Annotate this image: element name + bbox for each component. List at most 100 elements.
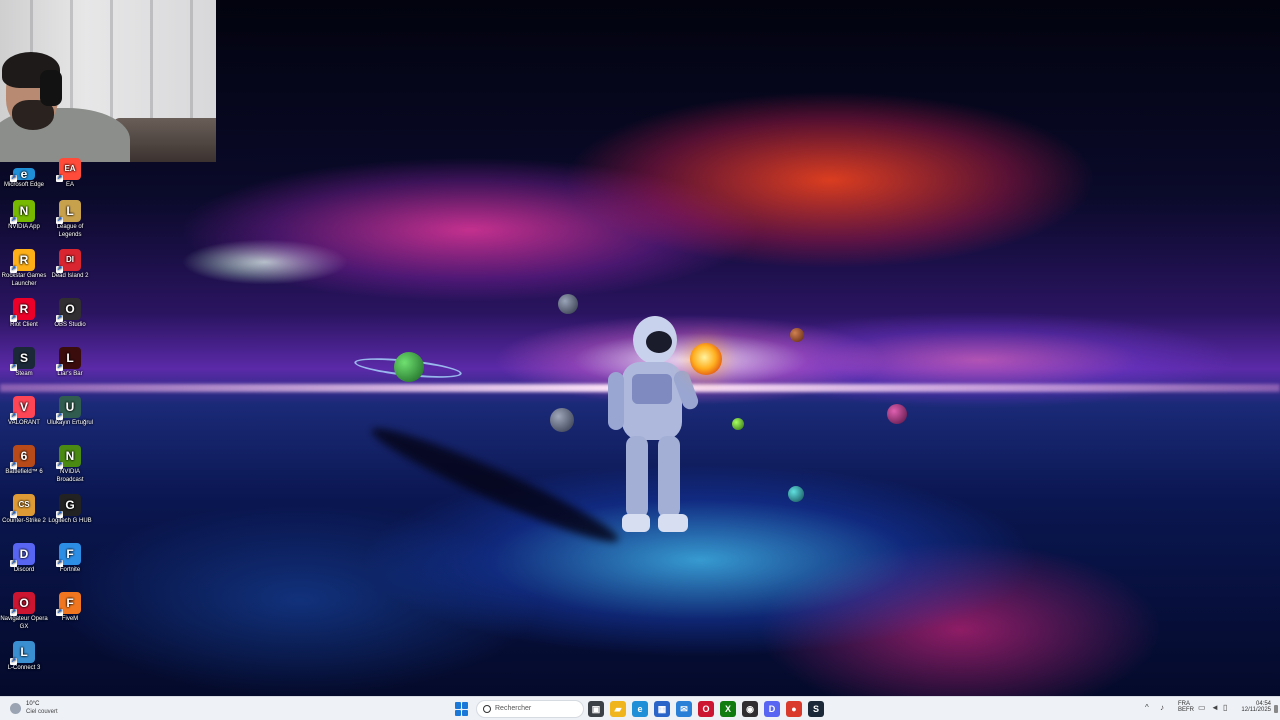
nvidia-broadcast-icon: N ↗ xyxy=(56,445,81,469)
shortcut-arrow-icon: ↗ xyxy=(10,266,17,273)
desktop-icon[interactable]: F ↗ FiveM xyxy=(46,592,94,624)
glowing-sun-orb xyxy=(690,343,722,375)
shortcut-arrow-icon: ↗ xyxy=(10,609,17,616)
desktop-icon-label: Rockstar Games Launcher xyxy=(1,273,47,287)
windows-logo-icon xyxy=(455,702,461,709)
desktop-icon[interactable]: EA ↗ EA xyxy=(46,158,94,190)
shortcut-arrow-icon: ↗ xyxy=(10,511,17,518)
shortcut-arrow-icon: ↗ xyxy=(56,217,63,224)
start-button[interactable] xyxy=(455,702,469,716)
search-placeholder: Rechercher xyxy=(495,705,532,712)
shortcut-arrow-icon: ↗ xyxy=(56,462,63,469)
planet xyxy=(558,294,578,314)
chrome-icon[interactable]: ● xyxy=(786,701,802,717)
shortcut-arrow-icon: ↗ xyxy=(56,315,63,322)
edge-icon[interactable]: e xyxy=(632,701,648,717)
desktop-icon-label: Battlefield™ 6 xyxy=(5,469,43,475)
desktop-icon[interactable]: V ↗ VALORANT xyxy=(0,396,48,428)
shortcut-arrow-icon: ↗ xyxy=(10,364,17,371)
desktop-icon[interactable]: CS ↗ Counter-Strike 2 xyxy=(0,494,48,526)
shortcut-arrow-icon: ↗ xyxy=(56,560,63,567)
battlefield-icon: 6 ↗ xyxy=(10,445,35,469)
shortcut-arrow-icon: ↗ xyxy=(56,364,63,371)
desktop-icon[interactable]: DI ↗ Dead Island 2 xyxy=(46,249,94,281)
desktop-icon-label: Riot Client xyxy=(10,322,38,328)
ringed-planet xyxy=(394,352,424,382)
microphone-icon[interactable]: ♪ xyxy=(1160,703,1164,713)
planet xyxy=(887,404,907,424)
desktop-icon-label: EA xyxy=(65,182,74,188)
desktop-icon-label: L-Connect 3 xyxy=(7,665,41,671)
desktop-icon[interactable]: O ↗ OBS Studio xyxy=(46,298,94,330)
riot-client-icon: R ↗ xyxy=(10,298,35,322)
opera-gx-icon[interactable]: O xyxy=(698,701,714,717)
headset-icon xyxy=(40,70,62,106)
search-icon xyxy=(483,705,491,713)
obs-icon[interactable]: ◉ xyxy=(742,701,758,717)
chevron-up-icon[interactable]: ^ xyxy=(1145,703,1149,713)
app-icon[interactable]: ✉ xyxy=(676,701,692,717)
desktop-icon[interactable]: e ↗ Microsoft Edge xyxy=(0,158,48,190)
shortcut-arrow-icon: ↗ xyxy=(56,511,63,518)
obs-icon: O ↗ xyxy=(56,298,81,322)
desktop-icon[interactable]: L ↗ League of Legends xyxy=(46,200,94,239)
keyboard-language[interactable]: FRA BEFR xyxy=(1178,701,1194,717)
desktop-icon[interactable]: R ↗ Rockstar Games Launcher xyxy=(0,249,48,288)
desktop-icon[interactable]: U ↗ Ulukayın Ertuğrul xyxy=(46,396,94,428)
shortcut-arrow-icon: ↗ xyxy=(10,560,17,567)
desktop-icon[interactable]: R ↗ Riot Client xyxy=(0,298,48,330)
microsoft-edge-icon: e ↗ xyxy=(10,168,35,182)
taskbar: 10°C Ciel couvert Rechercher ▣ ▰ e ▦ ✉ O X ◉ D ● S… xyxy=(0,696,1280,720)
desktop-icon-label: OBS Studio xyxy=(54,322,86,328)
league-of-legends-icon: L ↗ xyxy=(56,200,81,224)
planet xyxy=(732,418,744,430)
notification-bell-icon[interactable] xyxy=(1274,705,1278,713)
desktop-icon[interactable]: L ↗ Liar's Bar xyxy=(46,347,94,379)
volume-icon[interactable]: ◄ xyxy=(1211,703,1219,713)
planet xyxy=(790,328,804,342)
desktop-icon-label: Microsoft Edge xyxy=(3,182,45,188)
desktop-icon[interactable]: N ↗ NVIDIA App xyxy=(0,200,48,232)
file-explorer-icon[interactable]: ▰ xyxy=(610,701,626,717)
desktop-icon-label: Dead Island 2 xyxy=(51,273,89,279)
desktop-icon-label: Liar's Bar xyxy=(57,371,83,377)
desktop-icon-label: Steam xyxy=(15,371,33,377)
shortcut-arrow-icon: ↗ xyxy=(10,315,17,322)
clock[interactable]: 04:54 12/11/2025 xyxy=(1239,701,1271,717)
steam-icon: S ↗ xyxy=(10,347,35,371)
shortcut-arrow-icon: ↗ xyxy=(10,217,17,224)
desktop-icon[interactable]: F ↗ Fortnite xyxy=(46,543,94,575)
store-icon[interactable]: ▦ xyxy=(654,701,670,717)
monitor-icon[interactable]: ▭ xyxy=(1198,703,1206,713)
astronaut-figure xyxy=(608,316,699,532)
shortcut-arrow-icon: ↗ xyxy=(10,413,17,420)
dead-island-icon: DI ↗ xyxy=(56,249,81,273)
desktop-icon-label: Counter-Strike 2 xyxy=(2,518,46,524)
shortcut-arrow-icon: ↗ xyxy=(56,175,63,182)
taskbar-search[interactable]: Rechercher xyxy=(476,700,584,718)
fivem-icon: F ↗ xyxy=(56,592,81,616)
desktop-icon[interactable]: L ↗ L-Connect 3 xyxy=(0,641,48,673)
desktop-icon-label: NVIDIA App xyxy=(8,224,40,230)
desktop-icon-label: Fortnite xyxy=(59,567,81,573)
rockstar-icon: R ↗ xyxy=(10,249,35,273)
desktop-icon[interactable]: 6 ↗ Battlefield™ 6 xyxy=(0,445,48,477)
battery-icon[interactable]: ▯ xyxy=(1223,703,1227,713)
desktop-icon-label: NVIDIA Broadcast xyxy=(56,469,84,483)
steam-icon[interactable]: S xyxy=(808,701,824,717)
valorant-icon: V ↗ xyxy=(10,396,35,420)
desktop-icon[interactable]: G ↗ Logitech G HUB xyxy=(46,494,94,526)
discord-icon[interactable]: D xyxy=(764,701,780,717)
shortcut-arrow-icon: ↗ xyxy=(56,266,63,273)
desktop-icon-label: FiveM xyxy=(61,616,79,622)
desktop-icon[interactable]: D ↗ Discord xyxy=(0,543,48,575)
desktop-icon[interactable]: N ↗ NVIDIA Broadcast xyxy=(46,445,94,484)
xbox-icon[interactable]: X xyxy=(720,701,736,717)
desktop-icon-label: Discord xyxy=(13,567,35,573)
desktop-icon[interactable]: S ↗ Steam xyxy=(0,347,48,379)
shortcut-arrow-icon: ↗ xyxy=(56,609,63,616)
shortcut-arrow-icon: ↗ xyxy=(10,658,17,665)
desktop-icon[interactable]: O ↗ Navigateur Opera GX xyxy=(0,592,48,631)
weather-description: Ciel couvert xyxy=(26,709,58,715)
task-view-icon[interactable]: ▣ xyxy=(588,701,604,717)
